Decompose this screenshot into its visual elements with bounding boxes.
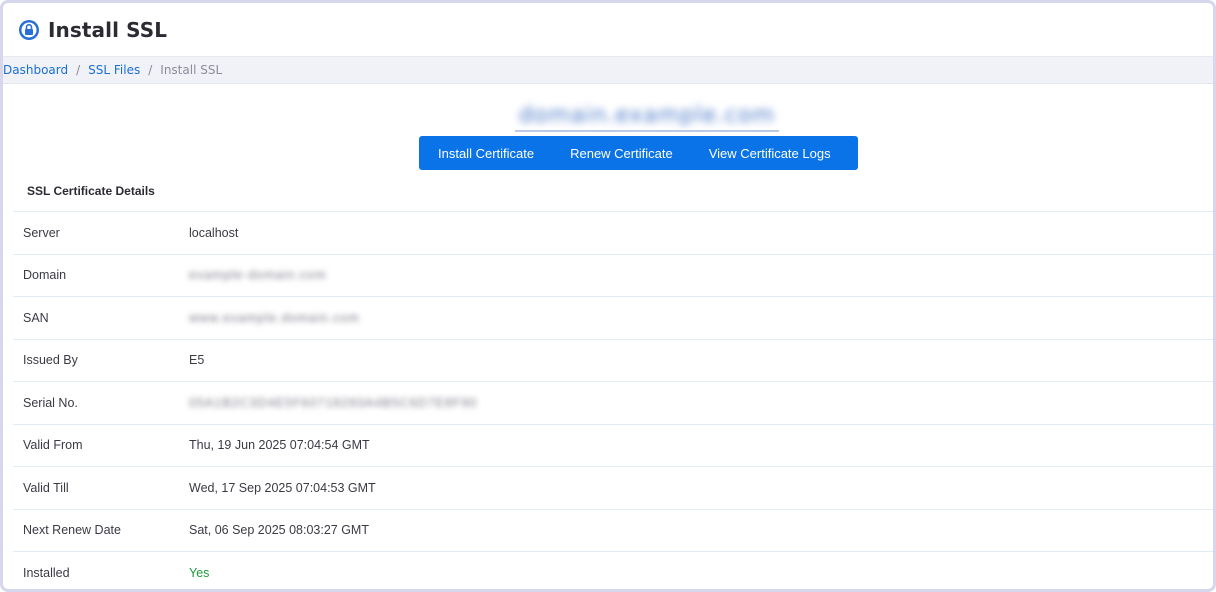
row-label-issued-by: Issued By xyxy=(23,353,78,368)
table-row: Serial No. 05A1B2C3D4E5F60718293A4B5C6D7… xyxy=(13,381,1213,424)
breadcrumb-separator: / xyxy=(148,63,153,77)
row-value-next-renew: Sat, 06 Sep 2025 08:03:27 GMT xyxy=(189,523,369,538)
details-table: Server localhost Domain example-domain.c… xyxy=(13,211,1213,589)
breadcrumb-current: Install SSL xyxy=(160,63,223,77)
table-row: Valid Till Wed, 17 Sep 2025 07:04:53 GMT xyxy=(13,466,1213,509)
table-row: Installed Yes xyxy=(13,551,1213,589)
table-row: SAN www.example.domain.com xyxy=(13,296,1213,339)
row-value-installed: Yes xyxy=(189,565,210,580)
breadcrumb-separator: / xyxy=(76,63,81,77)
table-row: Server localhost xyxy=(13,211,1213,254)
breadcrumb: Dashboard / SSL Files / Install SSL xyxy=(3,57,1213,84)
table-row: Valid From Thu, 19 Jun 2025 07:04:54 GMT xyxy=(13,423,1213,467)
domain-heading: domain.example.com xyxy=(515,98,779,132)
domain-underline xyxy=(515,130,779,132)
table-row: Next Renew Date Sat, 06 Sep 2025 08:03:2… xyxy=(13,508,1213,552)
row-label-valid-from: Valid From xyxy=(23,438,83,453)
certificate-actions: Install Certificate Renew Certificate Vi… xyxy=(419,136,858,170)
app-frame: Install SSL Dashboard / SSL Files / Inst… xyxy=(0,0,1216,592)
row-label-server: Server xyxy=(23,225,60,240)
view-certificate-logs-button[interactable]: View Certificate Logs xyxy=(691,136,849,170)
row-value-san: www.example.domain.com xyxy=(189,310,360,325)
row-label-next-renew: Next Renew Date xyxy=(23,523,121,538)
row-label-san: SAN xyxy=(23,310,49,325)
table-row: Domain example-domain.com xyxy=(13,253,1213,297)
row-value-server: localhost xyxy=(189,225,239,240)
install-certificate-button[interactable]: Install Certificate xyxy=(419,136,552,170)
details-title: SSL Certificate Details xyxy=(27,184,155,198)
row-label-domain: Domain xyxy=(23,268,67,283)
row-value-valid-till: Wed, 17 Sep 2025 07:04:53 GMT xyxy=(189,480,376,495)
row-value-serial: 05A1B2C3D4E5F60718293A4B5C6D7E8F90 xyxy=(189,395,478,410)
row-label-serial: Serial No. xyxy=(23,395,78,410)
renew-certificate-button[interactable]: Renew Certificate xyxy=(552,136,691,170)
breadcrumb-dashboard[interactable]: Dashboard xyxy=(3,63,68,77)
page-title: Install SSL xyxy=(48,17,168,42)
table-row: Issued By E5 xyxy=(13,338,1213,382)
row-value-issued-by: E5 xyxy=(189,353,205,368)
row-value-valid-from: Thu, 19 Jun 2025 07:04:54 GMT xyxy=(189,438,370,453)
breadcrumb-ssl-files[interactable]: SSL Files xyxy=(88,63,140,77)
row-label-valid-till: Valid Till xyxy=(23,480,69,495)
page-header: Install SSL xyxy=(3,3,1213,57)
row-label-installed: Installed xyxy=(23,565,70,580)
lock-icon xyxy=(18,19,40,41)
domain-heading-text: domain.example.com xyxy=(518,102,776,128)
row-value-domain: example-domain.com xyxy=(189,268,327,283)
